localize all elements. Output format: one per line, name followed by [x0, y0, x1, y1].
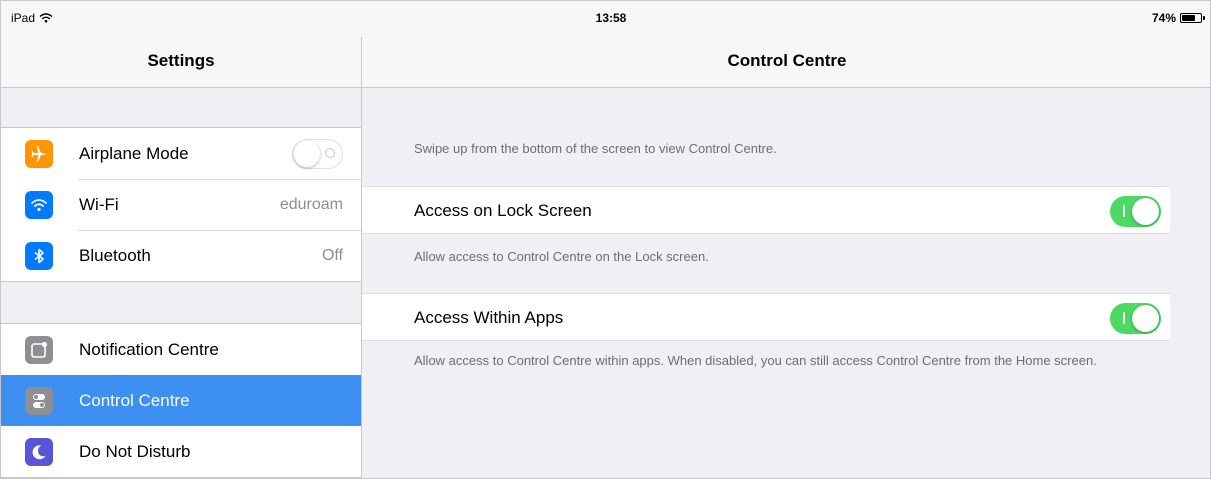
setting-label: Access Within Apps — [414, 308, 564, 327]
lock-screen-footer: Allow access to Control Centre on the Lo… — [414, 249, 709, 264]
battery-percentage: 74% — [1151, 11, 1176, 25]
setting-access-within-apps: Access Within Apps — [362, 293, 1170, 341]
device-name: iPad — [11, 11, 36, 25]
sidebar-item-label: Control Centre — [79, 390, 190, 410]
bluetooth-status: Off — [321, 246, 343, 264]
sidebar-navbar: Settings — [1, 37, 362, 88]
airplane-mode-toggle[interactable] — [292, 139, 343, 169]
control-centre-icon — [25, 386, 53, 415]
setting-access-on-lock-screen: Access on Lock Screen — [362, 186, 1170, 234]
control-centre-settings: Swipe up from the bottom of the screen t… — [362, 88, 1210, 478]
sidebar-item-bluetooth[interactable]: Bluetooth Off — [1, 230, 361, 281]
sidebar-item-wifi[interactable]: Wi-Fi eduroam — [1, 179, 361, 230]
status-right: 74% — [1151, 11, 1205, 25]
ipad-screen: iPad 13:58 74% Settings Control Centre A… — [0, 0, 1211, 479]
toggle-knob — [1132, 198, 1159, 225]
toggle-knob — [1132, 305, 1159, 332]
settings-sidebar: Airplane Mode Wi-Fi eduroam Bluetooth Of… — [1, 88, 362, 478]
page-title: Control Centre — [727, 51, 847, 70]
wifi-signal-icon — [39, 13, 53, 23]
lock-screen-access-toggle[interactable] — [1110, 196, 1161, 227]
airplane-icon — [25, 139, 53, 168]
sidebar-item-label: Notification Centre — [79, 339, 219, 359]
toggle-knob — [294, 141, 320, 167]
within-apps-access-toggle[interactable] — [1110, 303, 1161, 334]
setting-label: Access on Lock Screen — [414, 201, 592, 220]
wifi-network-name: eduroam — [279, 195, 343, 213]
detail-navbar: Control Centre — [362, 37, 1210, 88]
moon-icon — [25, 437, 53, 466]
sidebar-item-do-not-disturb[interactable]: Do Not Disturb — [1, 426, 361, 477]
sidebar-title: Settings — [147, 51, 215, 70]
toggle-on-indicator — [1123, 205, 1125, 217]
within-apps-footer: Allow access to Control Centre within ap… — [414, 353, 1097, 368]
notification-centre-icon — [25, 335, 53, 364]
toggle-on-indicator — [1123, 312, 1125, 324]
intro-text: Swipe up from the bottom of the screen t… — [414, 141, 777, 156]
sidebar-item-notification-centre[interactable]: Notification Centre — [1, 324, 361, 375]
sidebar-item-control-centre[interactable]: Control Centre — [1, 375, 361, 426]
toggle-off-indicator — [325, 148, 335, 158]
sidebar-item-label: Wi-Fi — [79, 194, 119, 214]
sidebar-group-connectivity: Airplane Mode Wi-Fi eduroam Bluetooth Of… — [1, 127, 361, 282]
status-left: iPad — [11, 11, 53, 25]
sidebar-group-centres: Notification Centre Control Centre Do No… — [1, 323, 361, 478]
status-bar: iPad 13:58 74% — [1, 1, 1210, 37]
sidebar-item-label: Bluetooth — [79, 245, 151, 265]
clock: 13:58 — [595, 11, 627, 25]
sidebar-item-label: Airplane Mode — [79, 143, 189, 163]
battery-icon — [1180, 13, 1205, 23]
wifi-icon — [25, 190, 53, 219]
bluetooth-icon — [25, 241, 53, 270]
sidebar-item-label: Do Not Disturb — [79, 441, 191, 461]
sidebar-item-airplane-mode[interactable]: Airplane Mode — [1, 128, 361, 179]
